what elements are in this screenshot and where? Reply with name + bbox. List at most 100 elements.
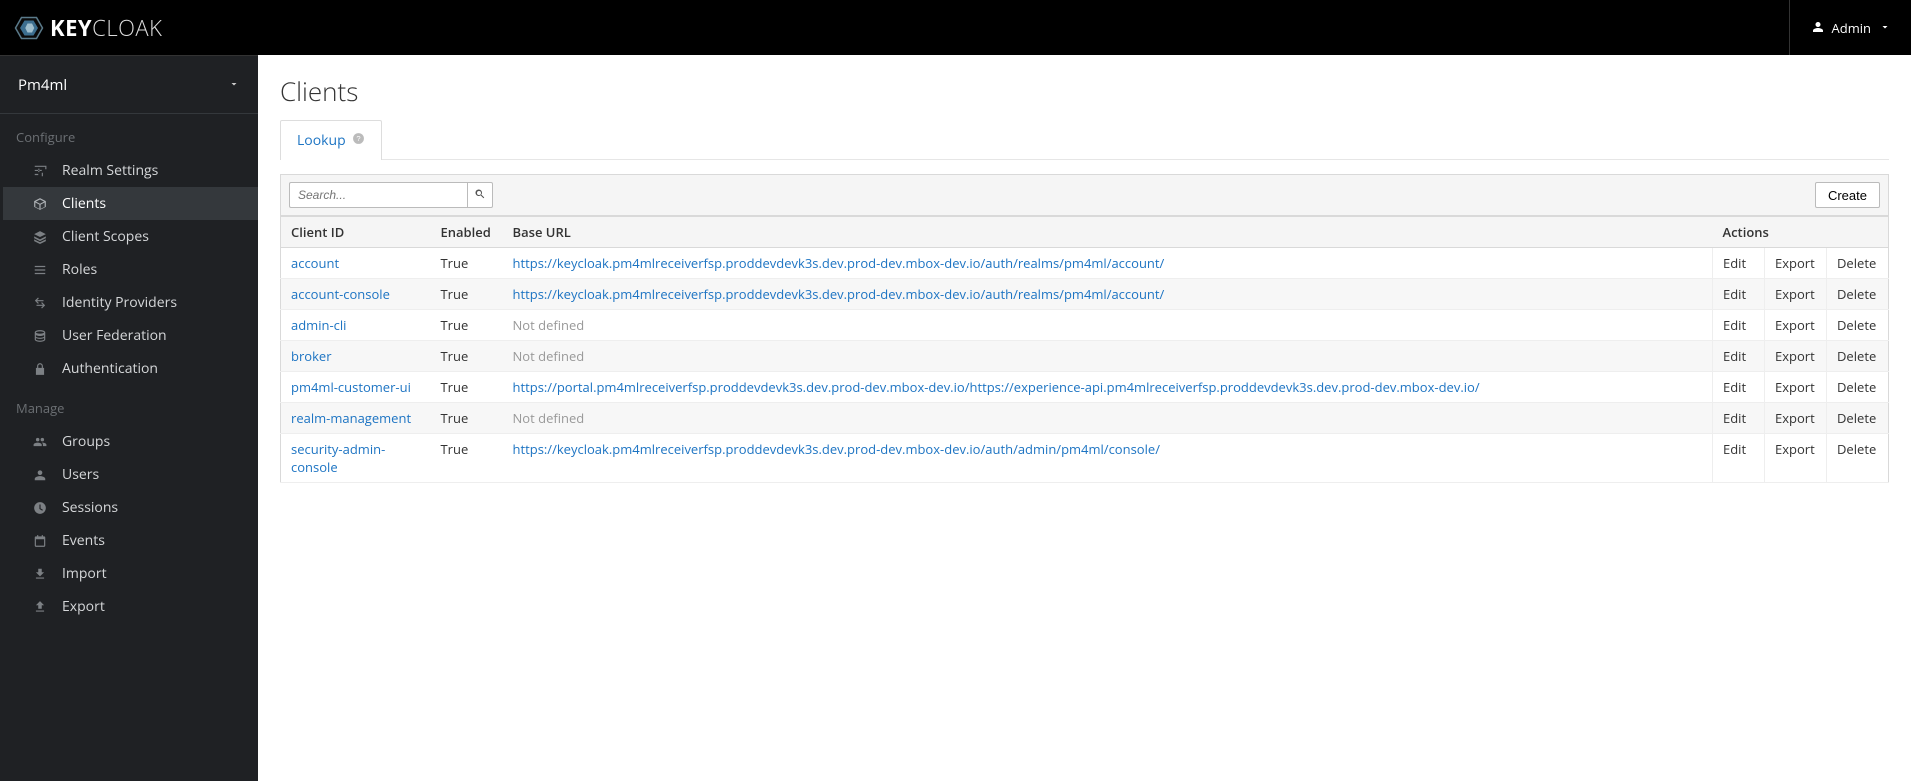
delete-action[interactable]: Delete: [1827, 310, 1889, 341]
create-button[interactable]: Create: [1815, 182, 1880, 208]
col-enabled: Enabled: [431, 217, 503, 248]
client-id-link[interactable]: admin-cli: [291, 316, 346, 334]
section-manage-label: Manage: [0, 385, 258, 425]
realm-selector[interactable]: Pm4ml: [0, 56, 258, 114]
sidebar-item-label: User Federation: [62, 326, 167, 345]
export-action[interactable]: Export: [1765, 341, 1827, 372]
sidebar-item-user-federation[interactable]: User Federation: [0, 319, 258, 352]
realm-name: Pm4ml: [18, 75, 67, 95]
edit-action[interactable]: Edit: [1713, 341, 1765, 372]
list-icon: [32, 262, 48, 278]
sidebar-item-export[interactable]: Export: [0, 590, 258, 623]
client-url-link[interactable]: https://keycloak.pm4mlreceiverfsp.prodde…: [513, 254, 1165, 272]
col-actions: Actions: [1713, 217, 1889, 248]
client-enabled: True: [431, 310, 503, 341]
section-configure-label: Configure: [0, 114, 258, 154]
svg-text:?: ?: [356, 134, 360, 143]
export-action[interactable]: Export: [1765, 310, 1827, 341]
help-icon: ?: [352, 131, 365, 150]
database-icon: [32, 328, 48, 344]
sidebar-item-events[interactable]: Events: [0, 524, 258, 557]
search-input[interactable]: [289, 182, 467, 208]
delete-action[interactable]: Delete: [1827, 403, 1889, 434]
user-icon: [1812, 19, 1824, 37]
client-id-link[interactable]: broker: [291, 347, 332, 365]
sidebar-item-label: Client Scopes: [62, 227, 149, 246]
export-action[interactable]: Export: [1765, 248, 1827, 279]
sidebar-item-realm-settings[interactable]: Realm Settings: [0, 154, 258, 187]
sidebar-item-label: Export: [62, 597, 105, 616]
client-id-link[interactable]: realm-management: [291, 409, 411, 427]
group-icon: [32, 434, 48, 450]
exchange-icon: [32, 295, 48, 311]
sidebar-item-sessions[interactable]: Sessions: [0, 491, 258, 524]
tab-label: Lookup: [297, 131, 346, 150]
sidebar-item-client-scopes[interactable]: Client Scopes: [0, 220, 258, 253]
client-enabled: True: [431, 341, 503, 372]
client-url-not-defined: Not defined: [513, 347, 585, 365]
export-action[interactable]: Export: [1765, 434, 1827, 483]
sidebar-item-label: Events: [62, 531, 105, 550]
page-title: Clients: [280, 73, 1889, 109]
client-url-link[interactable]: https://portal.pm4mlreceiverfsp.proddevd…: [513, 378, 1480, 396]
sidebar-item-label: Clients: [62, 194, 106, 213]
sidebar-item-label: Import: [62, 564, 107, 583]
sidebar-item-authentication[interactable]: Authentication: [0, 352, 258, 385]
delete-action[interactable]: Delete: [1827, 248, 1889, 279]
sidebar-item-identity-providers[interactable]: Identity Providers: [0, 286, 258, 319]
brand[interactable]: KEYCLOAK: [14, 13, 162, 43]
edit-action[interactable]: Edit: [1713, 372, 1765, 403]
sidebar-item-import[interactable]: Import: [0, 557, 258, 590]
edit-action[interactable]: Edit: [1713, 248, 1765, 279]
table-row: admin-cli True Not defined EditExportDelete: [281, 310, 1889, 341]
client-enabled: True: [431, 403, 503, 434]
table-row: realm-managementTrueNot definedEditExpor…: [281, 403, 1889, 434]
client-url-not-defined: Not defined: [513, 316, 585, 334]
sidebar-item-label: Sessions: [62, 498, 118, 517]
table-row: account-consoleTruehttps://keycloak.pm4m…: [281, 279, 1889, 310]
delete-action[interactable]: Delete: [1827, 279, 1889, 310]
delete-action[interactable]: Delete: [1827, 434, 1889, 483]
user-label: Admin: [1832, 19, 1871, 37]
edit-action[interactable]: Edit: [1713, 279, 1765, 310]
export-action[interactable]: Export: [1765, 372, 1827, 403]
col-client-id: Client ID: [281, 217, 431, 248]
export-icon: [32, 599, 48, 615]
table-row: pm4ml-customer-uiTruehttps://portal.pm4m…: [281, 372, 1889, 403]
client-id-link[interactable]: account-console: [291, 285, 390, 303]
table-toolbar: Create: [280, 174, 1889, 216]
client-enabled: True: [431, 248, 503, 279]
lock-icon: [32, 361, 48, 377]
keycloak-logo-icon: [14, 13, 44, 43]
brand-text: KEYCLOAK: [50, 13, 162, 43]
export-action[interactable]: Export: [1765, 403, 1827, 434]
cube-icon: [32, 196, 48, 212]
tab-lookup[interactable]: Lookup ?: [280, 120, 382, 160]
user-menu[interactable]: Admin: [1789, 0, 1891, 55]
sidebar-item-label: Realm Settings: [62, 161, 158, 180]
client-id-link[interactable]: account: [291, 254, 339, 272]
delete-action[interactable]: Delete: [1827, 341, 1889, 372]
chevron-down-icon: [228, 75, 240, 95]
client-id-link[interactable]: security-admin-console: [291, 440, 385, 476]
stack-icon: [32, 229, 48, 245]
clients-table: Client ID Enabled Base URL Actions accou…: [280, 216, 1889, 483]
sidebar-item-users[interactable]: Users: [0, 458, 258, 491]
edit-action[interactable]: Edit: [1713, 403, 1765, 434]
sidebar-item-clients[interactable]: Clients: [0, 187, 258, 220]
client-url-link[interactable]: https://keycloak.pm4mlreceiverfsp.prodde…: [513, 440, 1160, 458]
clock-icon: [32, 500, 48, 516]
sidebar-item-groups[interactable]: Groups: [0, 425, 258, 458]
client-url-link[interactable]: https://keycloak.pm4mlreceiverfsp.prodde…: [513, 285, 1165, 303]
table-row: security-admin-console True https://keyclo…: [281, 434, 1889, 483]
client-id-link[interactable]: pm4ml-customer-ui: [291, 378, 411, 396]
search-icon: [474, 188, 486, 203]
sidebar-item-roles[interactable]: Roles: [0, 253, 258, 286]
edit-action[interactable]: Edit: [1713, 310, 1765, 341]
export-action[interactable]: Export: [1765, 279, 1827, 310]
table-row: broker True Not defined EditExportDelete: [281, 341, 1889, 372]
delete-action[interactable]: Delete: [1827, 372, 1889, 403]
edit-action[interactable]: Edit: [1713, 434, 1765, 483]
search-button[interactable]: [467, 182, 493, 208]
client-enabled: True: [431, 434, 503, 483]
